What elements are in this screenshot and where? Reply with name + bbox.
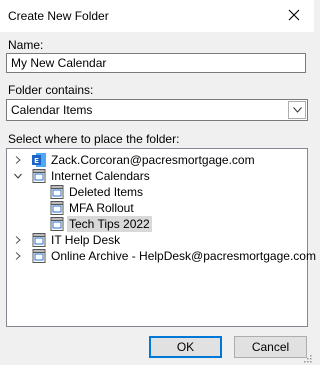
tree-item-label: IT Help Desk — [51, 233, 121, 247]
calendar-folder-icon — [31, 168, 47, 184]
folder-contains-value: Calendar Items — [11, 103, 93, 117]
calendar-folder-icon — [49, 216, 65, 232]
dialog-title: Create New Folder — [8, 9, 109, 23]
tree-label: Select where to place the folder: — [8, 132, 180, 146]
expand-chevron-icon[interactable] — [13, 251, 23, 261]
cancel-button[interactable]: Cancel — [234, 336, 307, 358]
chevron-down-icon — [292, 107, 302, 113]
tree-item-label: Zack.Corcoran@pacresmortgage.com — [51, 153, 255, 167]
calendar-folder-icon — [31, 248, 47, 264]
calendar-folder-icon — [31, 232, 47, 248]
expand-chevron-icon[interactable] — [13, 155, 23, 165]
expand-chevron-icon[interactable] — [13, 235, 23, 245]
folder-tree[interactable]: E Zack.Corcoran@pacresmortgage.com Inter… — [6, 148, 316, 327]
name-input[interactable]: My New Calendar — [6, 53, 306, 73]
ok-button[interactable]: OK — [149, 336, 222, 358]
tree-item-label: Deleted Items — [69, 185, 144, 199]
calendar-folder-icon — [49, 184, 65, 200]
name-label: Name: — [8, 38, 44, 52]
folder-contains-select[interactable]: Calendar Items — [6, 99, 308, 121]
tree-item-online-archive[interactable]: Online Archive - HelpDesk@pacresmortgage… — [7, 247, 316, 265]
title-bar: Create New Folder — [0, 0, 314, 32]
svg-text:E: E — [34, 157, 39, 165]
tree-item-label: Tech Tips 2022 — [67, 216, 152, 232]
close-button[interactable] — [274, 0, 314, 30]
dropdown-button[interactable] — [288, 101, 306, 119]
tree-item-label: Internet Calendars — [51, 169, 150, 183]
close-icon — [288, 9, 300, 21]
tree-item-label: MFA Rollout — [69, 201, 134, 215]
tree-item-label: Online Archive - HelpDesk@pacresmortgage… — [51, 249, 316, 263]
create-new-folder-dialog: Create New Folder Name: My New Calendar … — [0, 0, 316, 365]
folder-contains-label: Folder contains: — [8, 83, 94, 97]
resize-grip-icon[interactable] — [302, 353, 312, 363]
calendar-folder-icon — [49, 200, 65, 216]
exchange-mailbox-icon: E — [31, 152, 47, 168]
collapse-chevron-icon[interactable] — [13, 171, 23, 181]
